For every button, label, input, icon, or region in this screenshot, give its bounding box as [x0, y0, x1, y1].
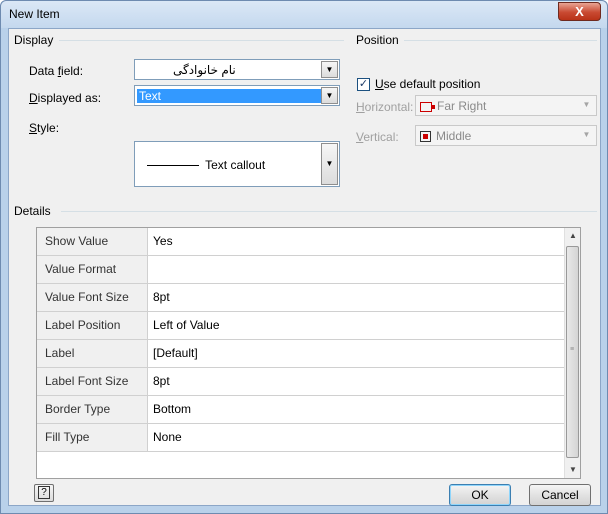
use-default-position-label[interactable]: Use default position [375, 77, 480, 91]
position-group-label: Position [356, 33, 399, 47]
grid-key: Show Value [37, 228, 148, 255]
grid-key: Fill Type [37, 424, 148, 451]
style-select[interactable]: Text callout ▼ [134, 141, 340, 187]
chevron-down-icon[interactable]: ▼ [578, 127, 595, 144]
style-value: Text callout [205, 158, 266, 172]
data-field-label: Data field: [29, 64, 84, 78]
grid-key: Label [37, 340, 148, 367]
horizontal-value: Far Right [420, 99, 486, 113]
table-row[interactable]: Fill Type None [37, 424, 565, 452]
table-row[interactable]: Label [Default] [37, 340, 565, 368]
vertical-label: Vertical: [356, 130, 399, 144]
style-label: Style: [29, 121, 60, 135]
grid-value[interactable]: Yes [149, 228, 173, 255]
dialog-client-area: Display Data field: نام خانوادگی ▼ Displ… [8, 28, 601, 506]
table-row[interactable]: Label Font Size 8pt [37, 368, 565, 396]
details-scrollbar[interactable]: ▲ ≡ ▼ [564, 228, 580, 478]
position-group-divider [404, 40, 597, 41]
scroll-up-icon[interactable]: ▲ [565, 228, 581, 244]
far-right-position-icon [420, 101, 435, 112]
table-row[interactable]: Border Type Bottom [37, 396, 565, 424]
grid-value[interactable]: None [149, 424, 182, 451]
table-row[interactable]: Value Format [37, 256, 565, 284]
grid-key: Value Font Size [37, 284, 148, 311]
horizontal-label: Horizontal: [356, 100, 414, 114]
display-group-label: Display [14, 33, 54, 47]
dialog-title: New Item [9, 7, 60, 21]
use-default-position-checkbox[interactable]: ✓ [357, 78, 370, 91]
vertical-select[interactable]: Middle ▼ [415, 125, 597, 146]
vertical-value: Middle [420, 129, 471, 143]
title-bar[interactable]: New Item X [1, 1, 607, 28]
details-group-label: Details [14, 204, 51, 218]
grid-key: Label Font Size [37, 368, 148, 395]
close-button[interactable]: X [558, 2, 601, 21]
display-group-divider [59, 40, 344, 41]
table-row[interactable]: Value Font Size 8pt [37, 284, 565, 312]
displayed-as-label: Displayed as: [29, 91, 102, 105]
displayed-as-select[interactable]: Text ▼ [134, 85, 340, 106]
grid-value[interactable]: [Default] [149, 340, 198, 367]
horizontal-select[interactable]: Far Right ▼ [415, 95, 597, 116]
cancel-button[interactable]: Cancel [529, 484, 591, 506]
data-field-value: نام خانوادگی [173, 63, 236, 77]
details-grid[interactable]: Show Value Yes Value Format Value Font S… [36, 227, 581, 479]
middle-position-icon [420, 131, 431, 143]
details-group-divider [61, 211, 597, 212]
scroll-down-icon[interactable]: ▼ [565, 462, 581, 478]
grid-key: Border Type [37, 396, 148, 423]
grip-icon: ≡ [570, 346, 575, 353]
grid-key: Value Format [37, 256, 148, 283]
scrollbar-thumb[interactable]: ≡ [566, 246, 579, 458]
table-row[interactable]: Show Value Yes [37, 228, 565, 256]
style-preview: Text callout [147, 158, 265, 172]
data-field-select[interactable]: نام خانوادگی ▼ [134, 59, 340, 80]
chevron-down-icon[interactable]: ▼ [321, 143, 338, 185]
chevron-down-icon[interactable]: ▼ [321, 61, 338, 78]
dialog-window: New Item X Display Data field: نام خانوا… [0, 0, 608, 514]
grid-value[interactable]: 8pt [149, 284, 170, 311]
ok-button[interactable]: OK [449, 484, 511, 506]
callout-line-icon [147, 165, 199, 167]
grid-value[interactable] [149, 256, 153, 283]
table-row[interactable]: Label Position Left of Value [37, 312, 565, 340]
displayed-as-value: Text [137, 89, 327, 103]
grid-key: Label Position [37, 312, 148, 339]
grid-value[interactable]: 8pt [149, 368, 170, 395]
grid-value[interactable]: Left of Value [149, 312, 220, 339]
help-button[interactable]: ? [34, 484, 54, 502]
chevron-down-icon[interactable]: ▼ [321, 87, 338, 104]
grid-value[interactable]: Bottom [149, 396, 191, 423]
help-icon: ? [38, 486, 50, 499]
chevron-down-icon[interactable]: ▼ [578, 97, 595, 114]
